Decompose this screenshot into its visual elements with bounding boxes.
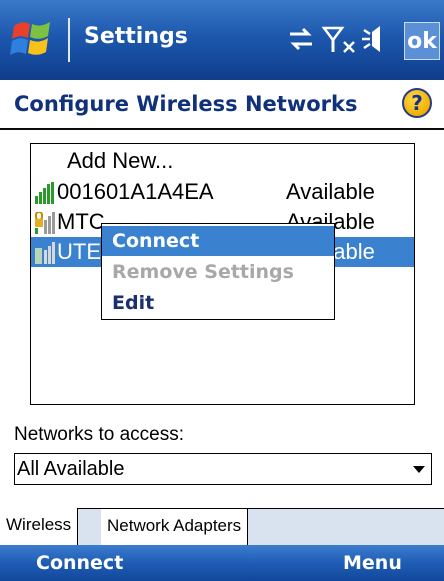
tab-network-adapters[interactable]: Network Adapters	[101, 509, 249, 545]
secure-network-icon	[35, 212, 55, 234]
menu-item-connect[interactable]: Connect	[102, 226, 334, 256]
signal-off-icon[interactable]	[321, 22, 358, 65]
signal-strength-icon	[35, 182, 54, 204]
connectivity-icon[interactable]	[286, 22, 316, 65]
menu-item-edit[interactable]: Edit	[102, 288, 334, 318]
softkey-bar: Connect Menu	[0, 545, 444, 581]
tab-bar: Wireless Network Adapters	[0, 508, 444, 546]
page-title: Configure Wireless Networks	[14, 92, 358, 116]
tab-wireless[interactable]: Wireless	[0, 508, 79, 545]
context-menu: Connect Remove Settings Edit	[101, 223, 335, 320]
help-icon[interactable]: ?	[402, 88, 432, 118]
chevron-down-icon[interactable]	[413, 466, 425, 473]
windows-start-icon[interactable]	[10, 18, 54, 60]
network-name: 001601A1A4EA	[57, 179, 214, 204]
speaker-icon[interactable]	[360, 22, 398, 65]
network-name: UTE	[57, 239, 101, 264]
title-separator	[68, 18, 70, 62]
header-divider	[0, 128, 444, 130]
title-bar: Settings ok	[0, 0, 444, 80]
add-new-item[interactable]: Add New...	[67, 146, 173, 176]
secure-network-icon	[35, 242, 55, 264]
connect-softkey[interactable]: Connect	[36, 545, 123, 581]
menu-softkey[interactable]: Menu	[343, 545, 402, 581]
networks-to-access-dropdown[interactable]: All Available	[14, 453, 432, 485]
app-title: Settings	[84, 24, 188, 49]
network-status: Available	[286, 179, 375, 204]
menu-item-remove-settings[interactable]: Remove Settings	[102, 257, 334, 287]
ok-button[interactable]: ok	[404, 22, 440, 60]
network-row[interactable]: 001601A1A4EA Available	[31, 177, 414, 207]
network-name: MTC	[57, 209, 105, 234]
networks-to-access-label: Networks to access:	[14, 424, 184, 445]
dropdown-value: All Available	[17, 458, 125, 480]
